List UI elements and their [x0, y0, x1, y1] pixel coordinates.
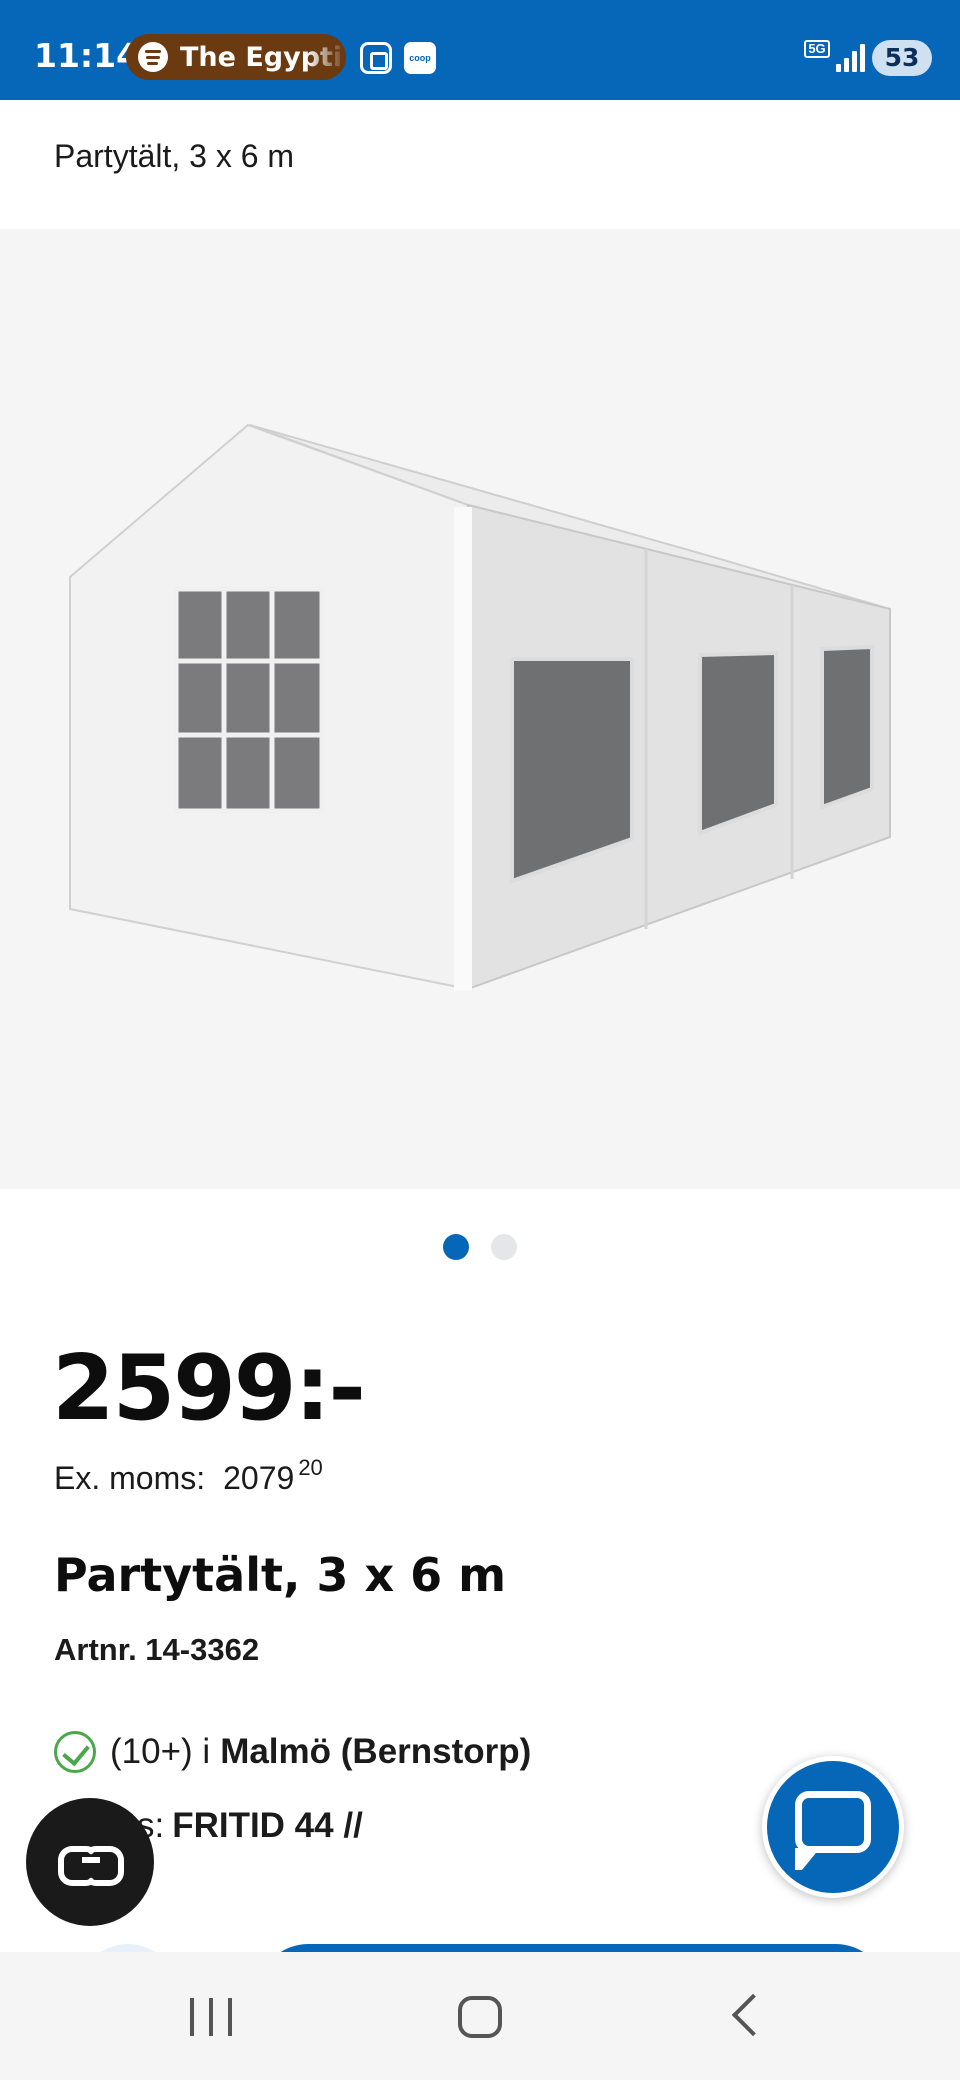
- ex-moms-price: Ex. moms: 2079 20: [54, 1455, 323, 1497]
- network-5g-icon: 5G: [804, 40, 830, 72]
- carousel-dot-1[interactable]: [443, 1234, 469, 1260]
- recent-apps-icon[interactable]: [190, 1998, 232, 2036]
- ex-moms-decimals: 20: [298, 1455, 323, 1480]
- status-bar: 11:14 The Egypti coop 5G 53: [0, 0, 960, 100]
- header: Partytält, 3 x 6 m: [0, 100, 960, 228]
- carousel-dot-2[interactable]: [491, 1234, 517, 1260]
- stock-status[interactable]: (10+) i Malmö (Bernstorp): [54, 1730, 531, 1774]
- ex-moms-value: 2079: [223, 1460, 295, 1496]
- screenshot-icon: [360, 42, 392, 74]
- product-name: Partytält, 3 x 6 m: [54, 1548, 507, 1602]
- navigation-bar: [0, 1952, 960, 2080]
- carousel-dots: [0, 1234, 960, 1264]
- product-article-number: Artnr. 14-3362: [54, 1632, 260, 1667]
- home-icon[interactable]: [458, 1996, 502, 2038]
- ex-moms-label: Ex. moms:: [54, 1460, 206, 1496]
- spotify-icon: [138, 42, 168, 72]
- product-price: 2599:-: [52, 1336, 366, 1441]
- glasses-icon: [58, 1846, 124, 1886]
- media-title: The Egypti: [180, 41, 343, 73]
- product-image-carousel[interactable]: [0, 229, 960, 1189]
- media-playback-pill[interactable]: The Egypti: [126, 34, 346, 80]
- back-icon[interactable]: [731, 1993, 775, 2037]
- shelf-value: FRITID 44 //: [172, 1806, 363, 1845]
- stock-count: (10+) i: [110, 1732, 211, 1771]
- signal-icon: [836, 42, 866, 72]
- chat-bubble-icon: [795, 1791, 871, 1870]
- chat-button[interactable]: [762, 1756, 904, 1898]
- accessibility-button[interactable]: [26, 1798, 154, 1926]
- header-product-title: Partytält, 3 x 6 m: [54, 138, 295, 174]
- tent-illustration: [69, 423, 891, 991]
- battery-level: 53: [872, 40, 932, 76]
- check-circle-icon: [54, 1731, 96, 1773]
- status-time: 11:14: [34, 36, 140, 75]
- coop-app-icon: coop: [404, 42, 436, 74]
- stock-store[interactable]: Malmö (Bernstorp): [220, 1732, 531, 1772]
